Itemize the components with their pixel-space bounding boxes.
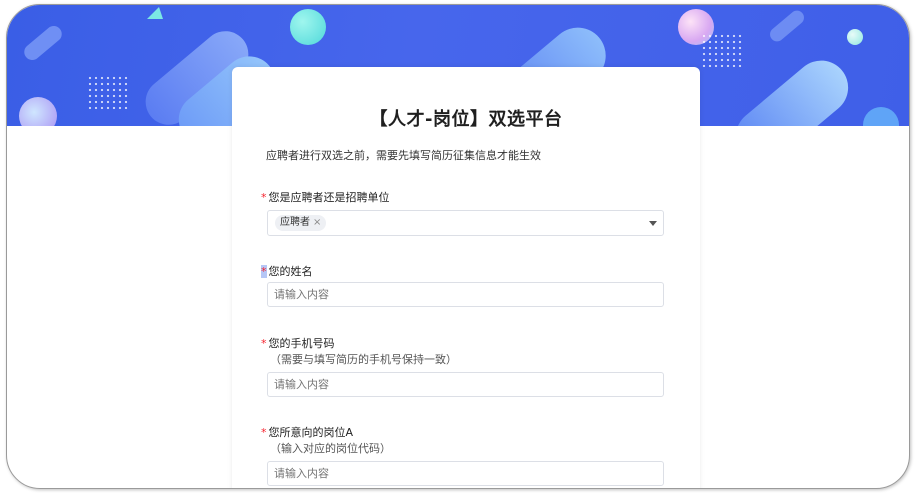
name-label: 您的姓名 (268, 265, 313, 278)
decor-shape (767, 7, 807, 45)
role-question: * 您是应聘者还是招聘单位 (261, 189, 390, 205)
phone-input[interactable] (267, 372, 664, 397)
position-a-question: * 您所意向的岗位A (261, 424, 353, 440)
phone-label: 您的手机号码 (268, 337, 335, 350)
screenshot-frame: 【人才-岗位】双选平台 应聘者进行双选之前，需要先填写简历征集信息才能生效 * 您… (6, 4, 910, 489)
position-a-input[interactable] (267, 461, 664, 486)
role-select[interactable]: 应聘者 × (267, 210, 664, 236)
form-description: 应聘者进行双选之前，需要先填写简历征集信息才能生效 (266, 149, 541, 162)
decor-triangle (147, 7, 163, 19)
decor-shape (724, 49, 860, 126)
role-label: 您是应聘者还是招聘单位 (268, 191, 390, 204)
page-title: 【人才-岗位】双选平台 (369, 109, 563, 130)
decor-circle (847, 29, 863, 45)
required-mark: * (261, 265, 267, 278)
decor-shape (21, 22, 65, 64)
position-a-hint: （输入对应的岗位代码） (270, 442, 391, 455)
required-mark: * (261, 426, 267, 439)
selected-tag: 应聘者 × (275, 215, 327, 231)
name-input[interactable] (267, 282, 664, 307)
decor-dot-grid (701, 33, 743, 67)
decor-circle (290, 9, 326, 45)
chevron-down-icon[interactable] (649, 221, 657, 226)
decor-circle (863, 107, 899, 126)
close-icon[interactable]: × (313, 217, 321, 228)
phone-question: * 您的手机号码 (261, 335, 335, 351)
selected-tag-label: 应聘者 (280, 217, 310, 228)
name-question: * 您的姓名 (261, 263, 313, 279)
required-mark: * (261, 191, 267, 204)
decor-circle (19, 97, 57, 126)
form-card: 【人才-岗位】双选平台 应聘者进行双选之前，需要先填写简历征集信息才能生效 * 您… (232, 67, 700, 488)
position-a-label: 您所意向的岗位A (268, 426, 354, 439)
decor-dot-grid (87, 75, 129, 109)
phone-hint: （需要与填写简历的手机号保持一致） (270, 353, 457, 366)
required-mark: * (261, 337, 267, 350)
